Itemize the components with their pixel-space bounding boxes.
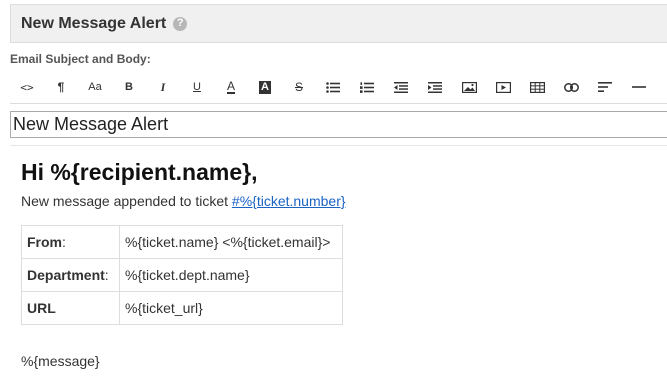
intro-text: New message appended to ticket: [21, 193, 232, 209]
underline-button[interactable]: U: [180, 71, 214, 104]
ticket-info-table: From: %{ticket.name} <%{ticket.email}> D…: [21, 225, 343, 325]
video-icon: [495, 81, 511, 93]
ordered-list-button[interactable]: [350, 71, 384, 104]
outdent-icon: [394, 81, 408, 93]
insert-image-button[interactable]: [452, 71, 486, 104]
strikethrough-icon: S: [294, 80, 303, 94]
bold-button[interactable]: B: [112, 71, 146, 104]
table-icon: [529, 81, 545, 93]
table-row: URL %{ticket_url}: [21, 291, 343, 325]
subject-input[interactable]: [10, 111, 667, 138]
editor-toolbar: <> ¶ Aa B I U A A S: [10, 71, 667, 104]
image-icon: [461, 81, 477, 93]
intro-line: New message appended to ticket #%{ticket…: [21, 193, 346, 209]
table-key-cell: Department:: [21, 258, 120, 292]
link-icon: [563, 82, 579, 92]
font-color-button[interactable]: A: [214, 71, 248, 104]
horizontal-rule-icon: [632, 86, 646, 88]
table-key-cell: URL: [21, 291, 120, 325]
url-value: %{ticket_url}: [119, 291, 343, 325]
horizontal-rule-button[interactable]: [622, 71, 656, 104]
table-key-cell: From:: [21, 225, 120, 259]
email-body-editor[interactable]: Hi %{recipient.name}, New message append…: [10, 145, 667, 390]
italic-icon: I: [160, 79, 166, 94]
section-label: Email Subject and Body:: [10, 52, 151, 66]
department-label-colon: :: [104, 267, 109, 283]
code-view-button[interactable]: <>: [10, 71, 44, 104]
help-icon[interactable]: ?: [173, 16, 188, 31]
paragraph-button[interactable]: ¶: [44, 71, 78, 104]
table-row: Department: %{ticket.dept.name}: [21, 258, 343, 292]
page-title: New Message Alert: [21, 14, 167, 32]
from-value: %{ticket.name} <%{ticket.email}>: [119, 225, 343, 259]
numbered-list-icon: [360, 81, 374, 93]
table-row: From: %{ticket.name} <%{ticket.email}>: [21, 225, 343, 259]
bullet-list-icon: [326, 81, 340, 93]
greeting-heading: Hi %{recipient.name},: [21, 159, 258, 185]
indent-icon: [428, 81, 442, 93]
insert-table-button[interactable]: [520, 71, 554, 104]
from-label-colon: :: [62, 234, 66, 250]
align-button[interactable]: [588, 71, 622, 104]
italic-button[interactable]: I: [146, 71, 180, 104]
alert-header: New Message Alert ?: [10, 4, 667, 43]
outdent-button[interactable]: [384, 71, 418, 104]
department-label: Department: [27, 267, 105, 283]
strikethrough-button[interactable]: S: [282, 71, 316, 104]
font-size-icon: Aa: [88, 81, 102, 93]
indent-button[interactable]: [418, 71, 452, 104]
url-label: URL: [27, 300, 56, 316]
font-size-button[interactable]: Aa: [78, 71, 112, 104]
unordered-list-button[interactable]: [316, 71, 350, 104]
underline-icon: U: [193, 81, 201, 93]
code-icon: <>: [20, 80, 34, 94]
from-label: From: [27, 234, 62, 250]
message-placeholder: %{message}: [21, 353, 100, 369]
insert-link-button[interactable]: [554, 71, 588, 104]
bold-icon: B: [125, 81, 133, 93]
background-color-button[interactable]: A: [248, 71, 282, 104]
background-color-icon: A: [259, 80, 271, 94]
insert-video-button[interactable]: [486, 71, 520, 104]
department-value: %{ticket.dept.name}: [119, 258, 343, 292]
align-left-icon: [598, 82, 612, 92]
ticket-number-link[interactable]: #%{ticket.number}: [232, 193, 346, 209]
paragraph-icon: ¶: [57, 80, 65, 94]
font-color-icon: A: [226, 78, 235, 94]
